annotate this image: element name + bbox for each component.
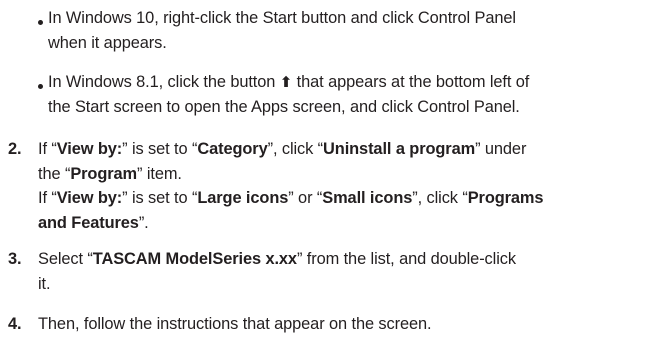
text-run: ” under [475,140,527,158]
text-run: ”, click “ [267,140,324,158]
bullet-line: when it appears. [48,33,167,52]
text-run: that appears at the bottom left of [292,73,530,91]
step-line: Select “TASCAM ModelSeries x.xx” from th… [38,247,650,272]
ui-term-category: Category [197,140,268,158]
step-line: the “Program” item. [38,162,650,187]
step-line: and Features”. [38,211,650,236]
step-body: Select “TASCAM ModelSeries x.xx” from th… [38,247,650,296]
bullet-dot [38,84,43,89]
ui-term-uninstall-a-program: Uninstall a program [323,140,476,158]
text-run: Select “ [38,250,93,268]
down-arrow-circle-icon: ⬆ [279,73,293,91]
bullet-line: the Start screen to open the Apps screen… [48,97,520,116]
text-run: In Windows 8.1, click the button [48,73,280,91]
ui-term-programs: Programs [467,189,544,207]
step-number: 3. [8,250,22,268]
text-run: ” item. [137,164,182,183]
step-line: Then, follow the instructions that appea… [38,315,432,333]
ui-term-large-icons: Large icons [197,189,289,207]
text-run: ” is set to “ [122,189,198,207]
text-run: ” is set to “ [122,140,198,158]
text-run: ” from the list, and double-click [296,250,516,268]
ui-term-tascam-modelseries: TASCAM ModelSeries x.xx [92,250,297,268]
text-run: ” or “ [288,189,323,207]
step-line: If “View by:” is set to “Large icons” or… [38,186,650,211]
ui-term-small-icons: Small icons [322,189,413,207]
step-body: If “View by:” is set to “Category”, clic… [38,137,650,235]
document-page: In Windows 10, right-click the Start but… [0,0,654,360]
step-body: Then, follow the instructions that appea… [38,312,650,337]
ui-term-and-features: and Features [38,213,139,232]
step-number: 4. [8,315,22,333]
step-line: it. [38,274,51,293]
step-number: 2. [8,140,22,158]
step-line: If “View by:” is set to “Category”, clic… [38,137,650,162]
bullet-line: In Windows 10, right-click the Start but… [48,9,516,27]
bullet-text: In Windows 8.1, click the button ⬆ that … [48,70,646,119]
text-run: If “ [38,189,57,207]
text-run: ”, click “ [412,189,468,207]
text-run: the “ [38,164,71,183]
bullet-text: In Windows 10, right-click the Start but… [48,6,646,55]
bullet-line: In Windows 8.1, click the button ⬆ that … [48,70,646,95]
text-run: If “ [38,140,57,158]
ui-term-program: Program [70,164,138,183]
text-run: ”. [138,213,149,232]
bullet-dot [38,20,43,25]
ui-term-view-by: View by: [56,189,123,207]
ui-term-view-by: View by: [56,140,123,158]
